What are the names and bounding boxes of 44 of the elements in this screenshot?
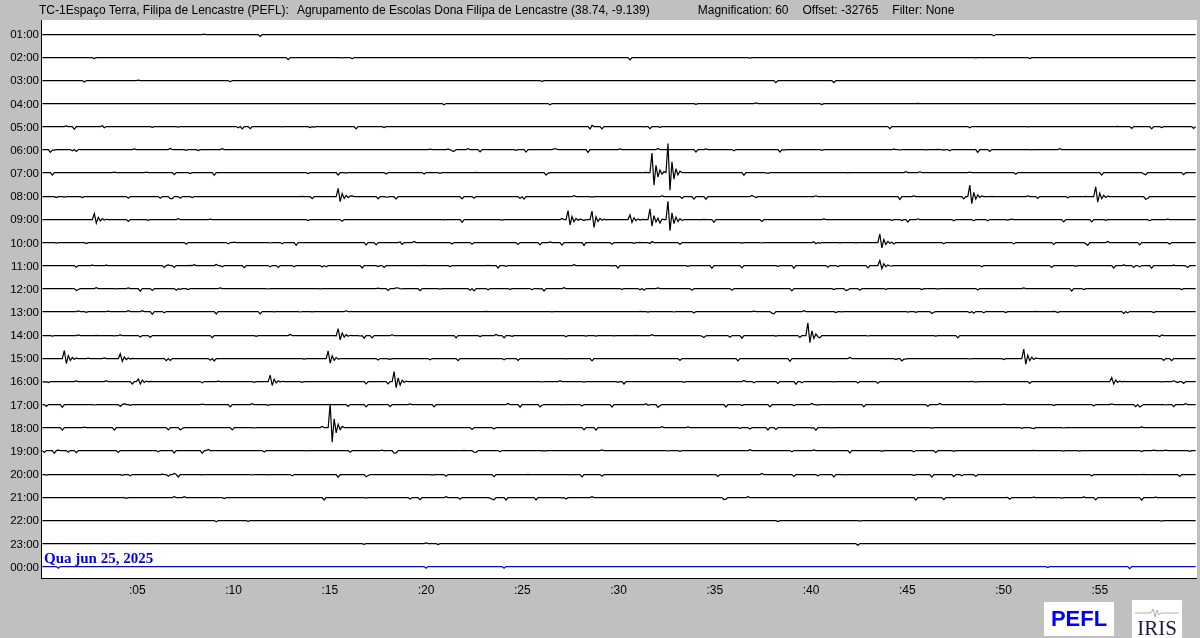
hour-label: 09:00 (10, 213, 39, 226)
hour-label: 19:00 (10, 444, 39, 457)
station-name: TC-1Espaço Terra, Filipa de Lencastre (PEFL): (39, 2, 289, 17)
date-label: Qua jun 25, 2025 (44, 550, 154, 565)
magnification-text: Magnification: 60 (697, 2, 789, 17)
hour-label: 11:00 (11, 259, 39, 272)
hour-label: 08:00 (10, 190, 39, 203)
hour-label: 01:00 (10, 28, 39, 41)
waveform-icon (1135, 608, 1179, 618)
minute-tick-label: :30 (610, 582, 627, 597)
network-logo: IRIS (1132, 600, 1182, 638)
hour-label: 15:00 (10, 352, 39, 365)
station-logo: PEFL (1044, 602, 1114, 636)
hour-label: 14:00 (10, 329, 39, 342)
location-text: Agrupamento de Escolas Dona Filipa de Lencastre (38.74, -9.139) (296, 2, 650, 17)
hour-label: 21:00 (10, 491, 39, 504)
hour-label: 07:00 (10, 167, 39, 180)
minute-tick-label: :05 (128, 582, 146, 597)
minute-tick-label: :25 (513, 582, 531, 597)
minute-tick-label: :40 (802, 582, 820, 597)
minute-tick-label: :20 (417, 582, 435, 597)
minute-tick-label: :50 (995, 582, 1012, 597)
hour-label: 16:00 (10, 375, 39, 388)
minute-tick-label: :55 (1091, 582, 1109, 597)
hour-label: 00:00 (10, 560, 39, 573)
hour-label: 02:00 (10, 51, 39, 64)
minute-tick-label: :35 (706, 582, 724, 597)
minute-tick-label: :10 (225, 582, 242, 597)
hour-label: 22:00 (10, 514, 39, 527)
hour-label: 23:00 (10, 537, 39, 550)
hour-label: 20:00 (10, 468, 39, 481)
filter-text: Filter: None (892, 2, 955, 17)
hour-label: 10:00 (10, 236, 39, 249)
hour-label: 13:00 (10, 306, 39, 318)
hour-label: 06:00 (10, 143, 39, 156)
hour-label: 03:00 (10, 74, 39, 87)
offset-text: Offset: -32765 (802, 2, 879, 17)
minute-tick-label: :45 (898, 582, 916, 597)
hour-label: 12:00 (10, 282, 39, 295)
minute-tick-label: :15 (321, 582, 339, 597)
hour-label: 17:00 (10, 398, 39, 411)
hour-label: 04:00 (10, 97, 39, 110)
hour-label: 05:00 (10, 120, 39, 133)
hour-label: 18:00 (10, 421, 39, 434)
